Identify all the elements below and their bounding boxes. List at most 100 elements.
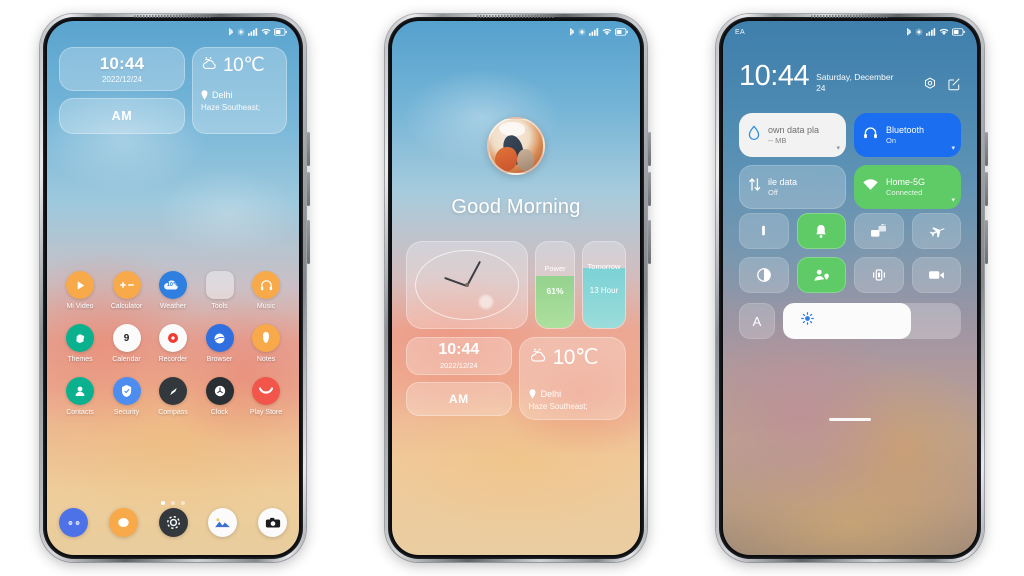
power-button[interactable] bbox=[648, 220, 651, 264]
greeting-text: Good Morning bbox=[451, 196, 581, 218]
app-contacts[interactable]: Contacts bbox=[57, 377, 103, 416]
app-mi-video[interactable]: Mi Video bbox=[57, 271, 103, 310]
phone-bezel: EA 10:44 Saturday, December 24 own data … bbox=[719, 17, 981, 559]
settings-icon[interactable] bbox=[923, 77, 937, 91]
app-tools-folder[interactable]: Tools bbox=[197, 271, 243, 310]
gear-icon[interactable] bbox=[158, 508, 188, 537]
volume-down-button[interactable] bbox=[985, 172, 988, 206]
cc-actions bbox=[923, 63, 961, 91]
home-widgets: 10:44 2022/12/24 AM 10℃ Delhi Haze South… bbox=[59, 47, 287, 134]
app-themes[interactable]: Themes bbox=[57, 324, 103, 363]
app-label: Tools bbox=[211, 303, 228, 310]
brightness-slider[interactable] bbox=[783, 303, 961, 339]
app-clock[interactable]: Clock bbox=[197, 377, 243, 416]
earpiece-speaker bbox=[134, 15, 212, 18]
nfc-icon bbox=[578, 28, 586, 36]
phone-screen-home: 10:44 2022/12/24 AM 10℃ Delhi Haze South… bbox=[47, 21, 299, 555]
app-label: Calculator bbox=[110, 303, 143, 310]
app-security[interactable]: Security bbox=[104, 377, 150, 416]
lock-widgets: Power 61% Tomorrow 13 Hour 10:44 2022/12… bbox=[406, 241, 626, 420]
quick-tile-airplane[interactable] bbox=[911, 213, 961, 249]
volume-up-button[interactable] bbox=[985, 132, 988, 166]
tile-mobile-data[interactable]: ile data Off bbox=[739, 165, 846, 209]
volume-up-button[interactable] bbox=[648, 132, 651, 166]
brightness-icon bbox=[801, 312, 814, 330]
quick-tile-screen-recorder[interactable] bbox=[911, 257, 961, 293]
app-notes[interactable]: Notes bbox=[243, 324, 289, 363]
bluetooth-icon bbox=[228, 27, 234, 37]
quick-tile-contrast[interactable] bbox=[739, 257, 789, 293]
phone-control-center: EA 10:44 Saturday, December 24 own data … bbox=[716, 14, 988, 562]
quick-tile-vibrate[interactable] bbox=[854, 257, 904, 293]
cc-time: 10:44 bbox=[739, 60, 810, 92]
cast-icon bbox=[870, 223, 887, 239]
tile-subtitle: Off bbox=[768, 188, 778, 197]
status-bar bbox=[47, 21, 299, 41]
app-label: Notes bbox=[256, 356, 276, 363]
app-calculator[interactable]: Calculator bbox=[104, 271, 150, 310]
camera-icon[interactable] bbox=[258, 508, 287, 537]
power-value: 61% bbox=[546, 286, 564, 296]
page-dot-3[interactable] bbox=[181, 501, 185, 505]
tile-subtitle: Connected bbox=[886, 188, 923, 197]
quick-tile-location[interactable] bbox=[796, 257, 846, 293]
phone-icon[interactable] bbox=[59, 508, 88, 537]
tile-title: own data pla bbox=[768, 125, 820, 135]
edit-icon[interactable] bbox=[947, 77, 961, 91]
battery-icon bbox=[274, 28, 287, 36]
app-weather[interactable]: 10℃ Weather bbox=[150, 271, 196, 310]
weather-widget[interactable]: 10℃ Delhi Haze Southeast; bbox=[192, 47, 287, 134]
volume-down-button[interactable] bbox=[648, 172, 651, 206]
earpiece-speaker bbox=[811, 15, 889, 18]
app-label: Compass bbox=[158, 409, 188, 416]
page-dot-2[interactable] bbox=[171, 501, 175, 505]
ampm-label: AM bbox=[448, 392, 469, 406]
volume-up-button[interactable] bbox=[307, 132, 310, 166]
clock-time: 10:44 bbox=[99, 53, 145, 73]
analog-clock-widget[interactable] bbox=[406, 241, 528, 329]
app-row: Themes 9 Calendar Recorder Browser Notes bbox=[57, 324, 289, 363]
power-widget[interactable]: Power 61% bbox=[535, 241, 575, 329]
gallery-icon[interactable] bbox=[208, 508, 238, 537]
quick-tile-flashlight[interactable] bbox=[739, 213, 789, 249]
app-calendar[interactable]: 9 Calendar bbox=[104, 324, 150, 363]
weather-widget[interactable]: 10℃ Delhi Haze Southeast; bbox=[518, 337, 626, 420]
message-icon[interactable] bbox=[108, 508, 138, 537]
app-browser[interactable]: Browser bbox=[197, 324, 243, 363]
power-button[interactable] bbox=[985, 220, 988, 264]
ampm-widget[interactable]: AM bbox=[406, 382, 512, 416]
app-play-store[interactable]: Play Store bbox=[243, 377, 289, 416]
tile-data-plan[interactable]: own data pla -- MB ▾ bbox=[739, 113, 846, 157]
quick-tile-ringer[interactable] bbox=[796, 213, 846, 249]
home-indicator[interactable] bbox=[829, 418, 871, 421]
quick-tile-cast[interactable] bbox=[854, 213, 904, 249]
app-compass[interactable]: Compass bbox=[150, 377, 196, 416]
app-recorder[interactable]: Recorder bbox=[150, 324, 196, 363]
tile-subtitle: -- MB bbox=[768, 136, 787, 145]
tomorrow-label: Tomorrow bbox=[587, 262, 621, 271]
ampm-widget[interactable]: AM bbox=[59, 98, 185, 134]
app-music[interactable]: Music bbox=[243, 271, 289, 310]
power-button[interactable] bbox=[307, 220, 310, 264]
chevron-down-icon[interactable]: ▾ bbox=[836, 144, 840, 152]
tile-title: ile data bbox=[768, 177, 798, 187]
tomorrow-widget[interactable]: Tomorrow 13 Hour bbox=[582, 241, 626, 329]
clock-widget[interactable]: 10:44 2022/12/24 bbox=[406, 337, 512, 375]
chevron-down-icon[interactable]: ▾ bbox=[951, 196, 955, 204]
avatar[interactable] bbox=[487, 117, 545, 175]
tile-wifi[interactable]: Home-5G Connected ▾ bbox=[854, 165, 961, 209]
location-icon bbox=[813, 268, 830, 283]
notes-icon bbox=[252, 324, 280, 352]
status-icons bbox=[569, 27, 628, 37]
chevron-down-icon[interactable]: ▾ bbox=[951, 144, 955, 152]
page-dot-1[interactable] bbox=[161, 501, 165, 505]
cloud-sun-icon bbox=[529, 346, 551, 369]
phone-screen-lock: Good Morning Power 61% Tomorrow 13 Hour … bbox=[392, 21, 640, 555]
ampm-label: AM bbox=[111, 109, 133, 123]
clock-widget[interactable]: 10:44 2022/12/24 bbox=[59, 47, 185, 91]
volume-down-button[interactable] bbox=[307, 172, 310, 206]
clock-date: 2022/12/24 bbox=[101, 74, 143, 84]
tile-bluetooth[interactable]: Bluetooth On ▾ bbox=[854, 113, 961, 157]
weather-condition: Haze Southeast; bbox=[528, 402, 588, 411]
auto-brightness-button[interactable]: A bbox=[739, 303, 775, 339]
